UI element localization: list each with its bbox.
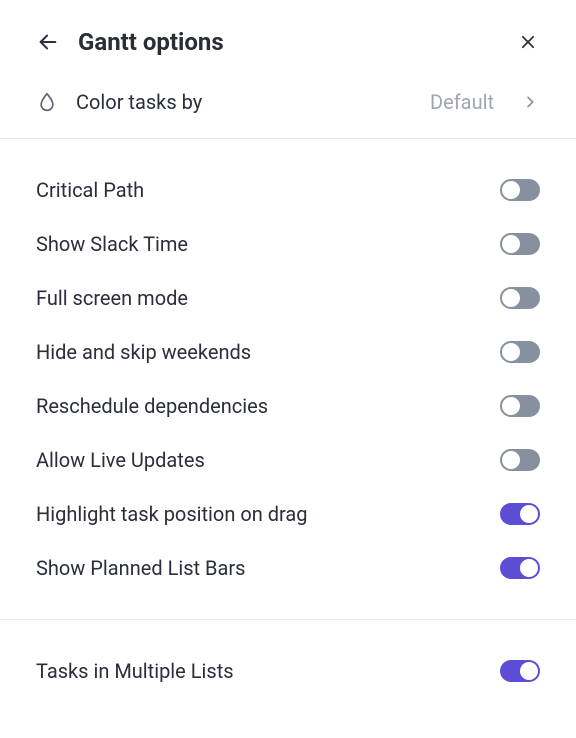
toggle-knob <box>520 662 538 680</box>
option-row-0: Critical Path <box>36 163 540 217</box>
toggle-knob <box>520 559 538 577</box>
color-tasks-by-row[interactable]: Color tasks by Default <box>0 72 576 139</box>
color-tasks-by-label: Color tasks by <box>76 90 412 114</box>
toggle-knob <box>502 289 520 307</box>
toggle-knob <box>520 505 538 523</box>
secondary-toggle-0[interactable] <box>500 660 540 682</box>
secondary-row-0: Tasks in Multiple Lists <box>36 644 540 698</box>
chevron-right-icon <box>520 92 540 112</box>
option-label-6: Highlight task position on drag <box>36 502 308 526</box>
toggle-knob <box>502 343 520 361</box>
option-row-4: Reschedule dependencies <box>36 379 540 433</box>
toggle-knob <box>502 181 520 199</box>
options-group-primary: Critical Path Show Slack Time Full screen … <box>0 139 576 619</box>
gantt-options-panel: Gantt options Color tasks by Default Cri… <box>0 0 576 738</box>
close-icon[interactable] <box>516 30 540 54</box>
option-label-5: Allow Live Updates <box>36 448 205 472</box>
option-label-4: Reschedule dependencies <box>36 394 268 418</box>
option-toggle-1[interactable] <box>500 233 540 255</box>
option-label-2: Full screen mode <box>36 286 188 310</box>
option-row-5: Allow Live Updates <box>36 433 540 487</box>
option-toggle-3[interactable] <box>500 341 540 363</box>
option-toggle-6[interactable] <box>500 503 540 525</box>
panel-title: Gantt options <box>78 28 498 56</box>
option-toggle-4[interactable] <box>500 395 540 417</box>
option-toggle-5[interactable] <box>500 449 540 471</box>
option-label-3: Hide and skip weekends <box>36 340 251 364</box>
option-label-0: Critical Path <box>36 178 144 202</box>
secondary-label-0: Tasks in Multiple Lists <box>36 659 234 683</box>
option-row-1: Show Slack Time <box>36 217 540 271</box>
option-toggle-0[interactable] <box>500 179 540 201</box>
option-label-1: Show Slack Time <box>36 232 188 256</box>
droplet-icon <box>36 91 58 113</box>
option-toggle-7[interactable] <box>500 557 540 579</box>
toggle-knob <box>502 235 520 253</box>
option-toggle-2[interactable] <box>500 287 540 309</box>
toggle-knob <box>502 397 520 415</box>
option-row-6: Highlight task position on drag <box>36 487 540 541</box>
back-icon[interactable] <box>36 30 60 54</box>
option-row-7: Show Planned List Bars <box>36 541 540 595</box>
option-label-7: Show Planned List Bars <box>36 556 245 580</box>
toggle-knob <box>502 451 520 469</box>
color-tasks-by-value: Default <box>430 90 494 114</box>
panel-header: Gantt options <box>0 0 576 72</box>
option-row-3: Hide and skip weekends <box>36 325 540 379</box>
options-group-secondary: Tasks in Multiple Lists <box>0 620 576 722</box>
option-row-2: Full screen mode <box>36 271 540 325</box>
